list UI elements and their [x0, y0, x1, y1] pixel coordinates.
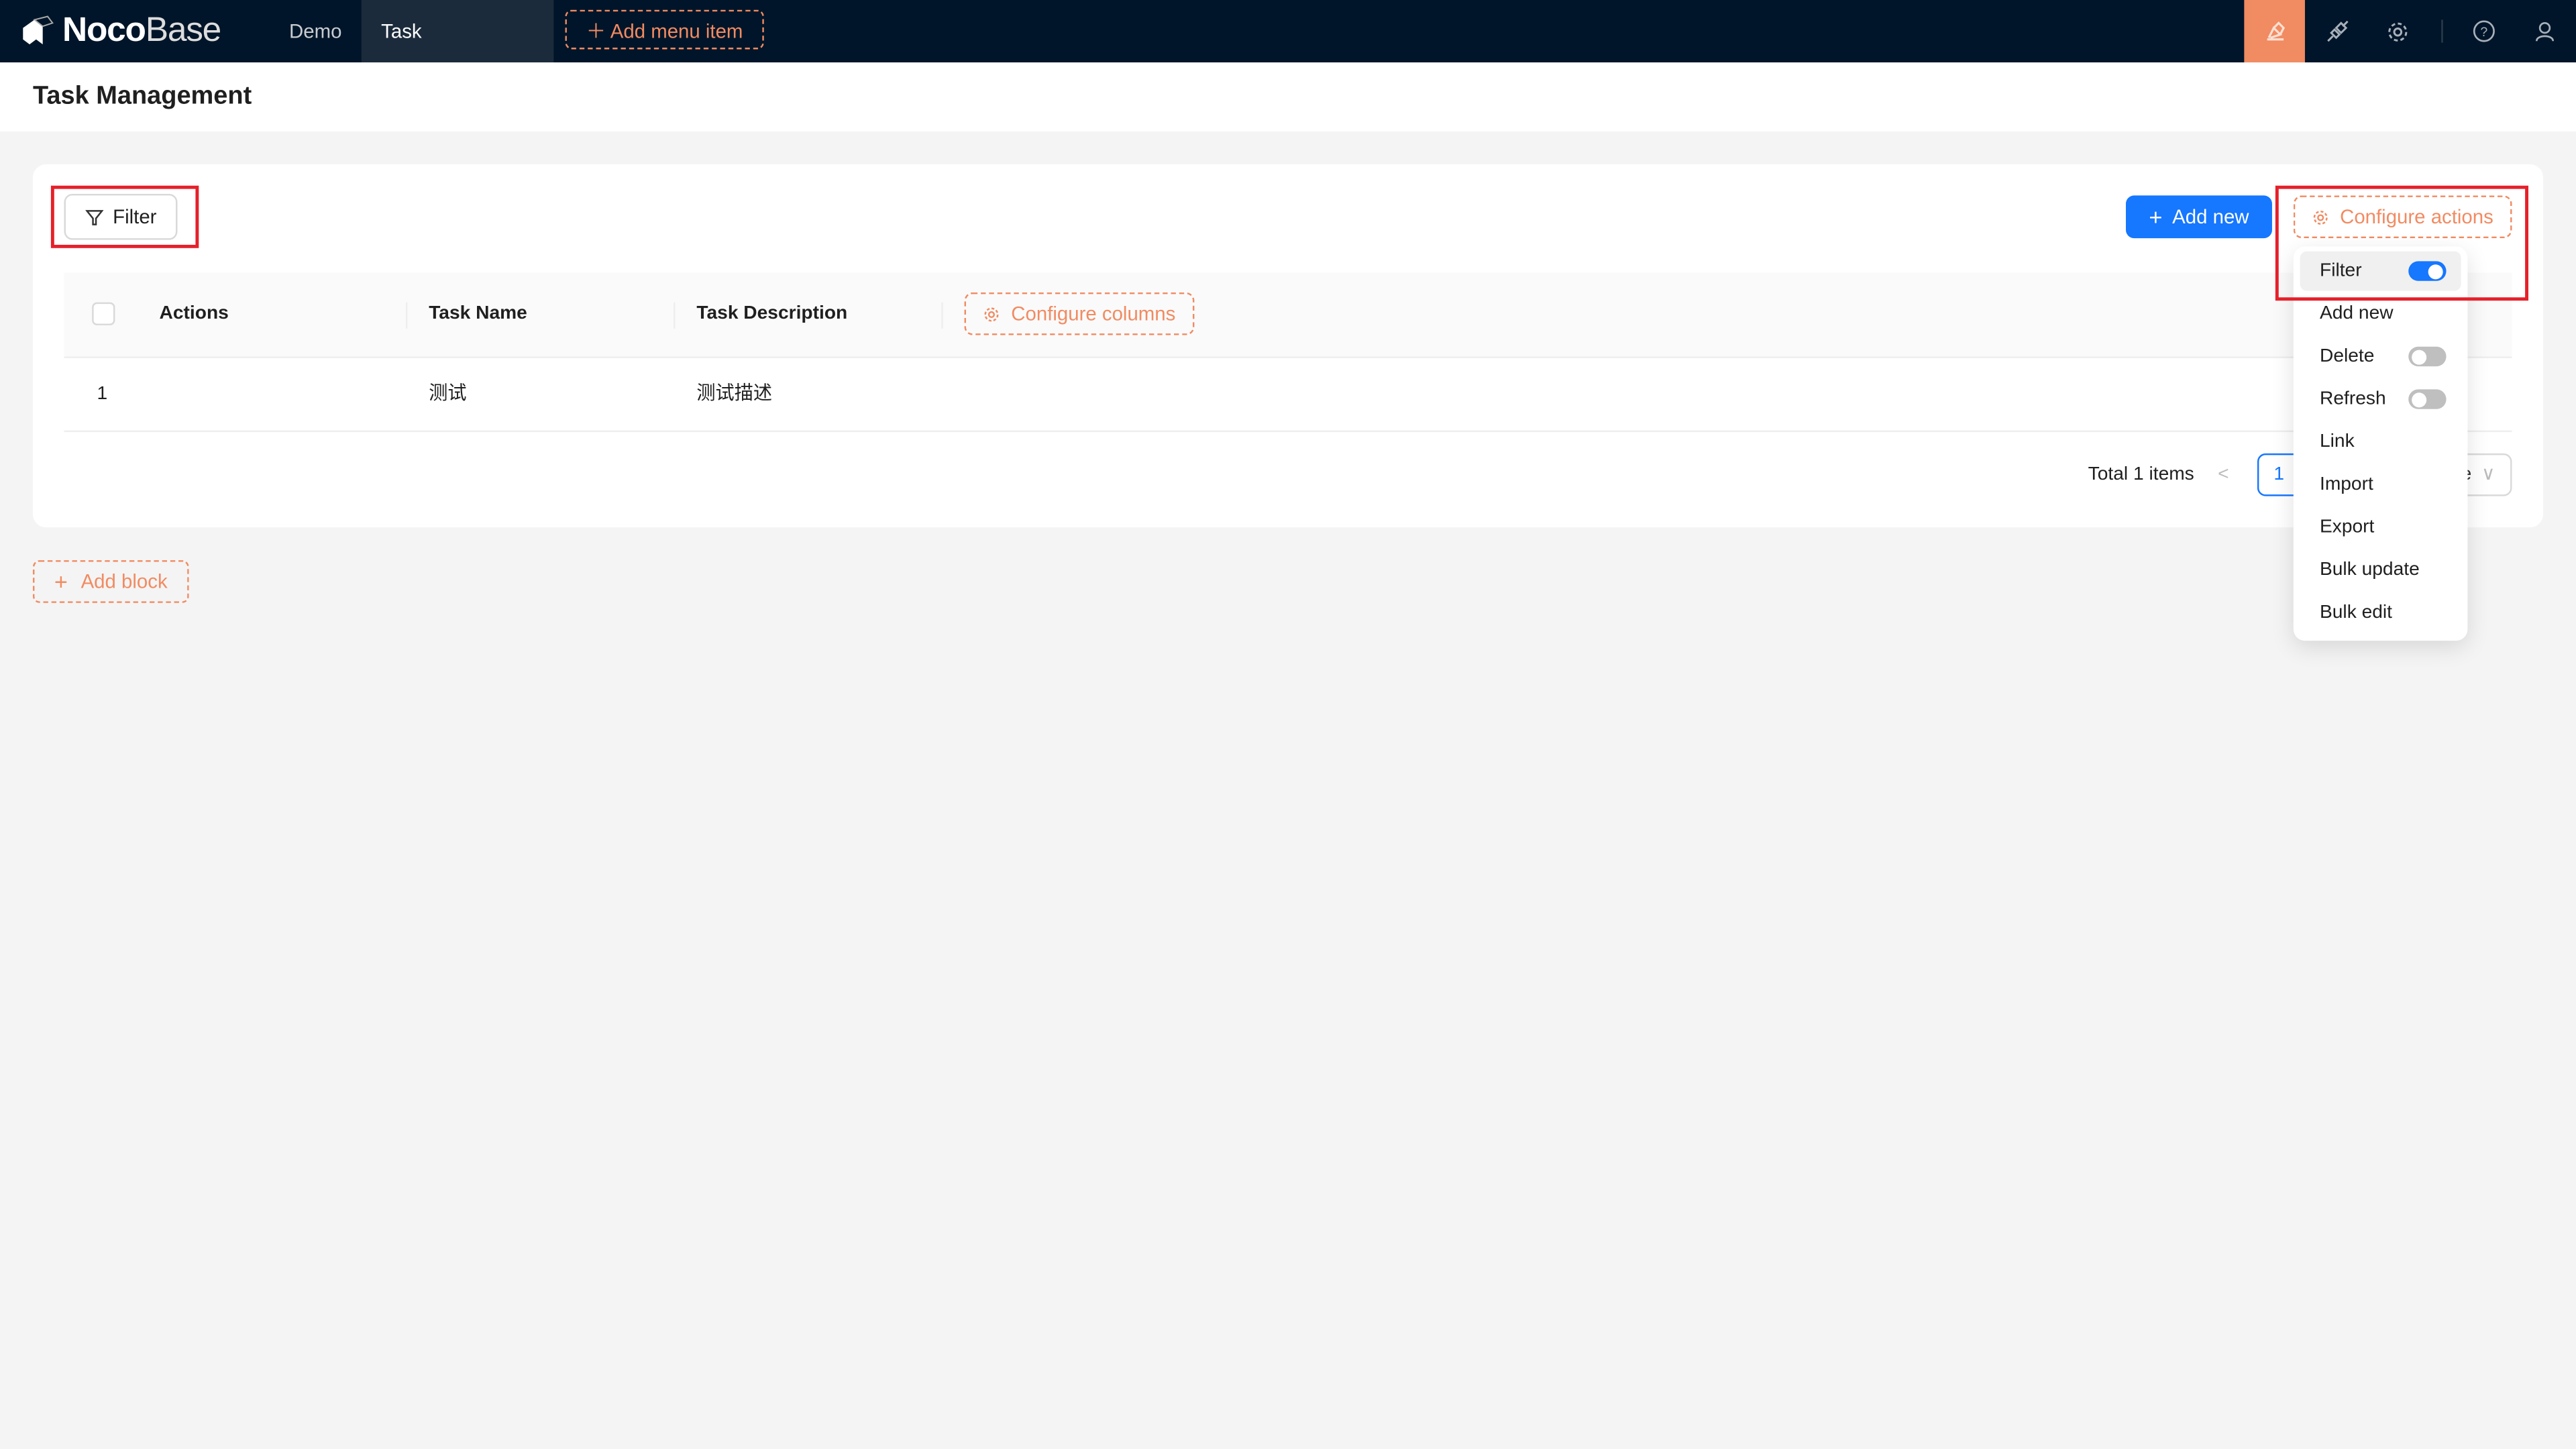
chevron-down-icon: ∨: [2481, 465, 2496, 485]
add-menu-item-button[interactable]: ＋ Add menu item: [565, 9, 764, 50]
column-divider: [405, 302, 408, 329]
help-icon: ?: [2472, 20, 2494, 42]
menu-item-demo[interactable]: Demo: [270, 0, 362, 62]
ui-editor-icon: [2266, 21, 2284, 41]
row-index: 1: [97, 384, 108, 405]
menu-item-link[interactable]: Link: [2300, 422, 2461, 462]
menu-item-label: Refresh: [2319, 389, 2386, 409]
user-icon: [2534, 21, 2553, 42]
menu-item-label: Export: [2319, 517, 2375, 537]
highlight-box-filter: [50, 185, 199, 248]
svg-text:?: ?: [2479, 25, 2487, 40]
plugin-manager-button[interactable]: [2306, 0, 2367, 62]
menu-item-import[interactable]: Import: [2300, 465, 2461, 504]
menu-item-bulk-edit[interactable]: Bulk edit: [2300, 593, 2461, 633]
highlight-box-configure-actions: [2275, 185, 2529, 301]
settings-button[interactable]: [2367, 0, 2428, 62]
plus-icon: +: [54, 568, 68, 595]
select-all-checkbox[interactable]: [92, 302, 115, 325]
configure-columns-label: Configure columns: [1011, 302, 1176, 325]
add-block-button[interactable]: + Add block: [32, 560, 189, 603]
prev-page-icon[interactable]: <: [2218, 453, 2229, 496]
table-header: Actions Task Name Task Description: [64, 272, 2512, 358]
column-divider: [674, 302, 676, 329]
add-new-button-label: Add new: [2172, 205, 2249, 229]
plus-icon: ＋: [586, 19, 610, 43]
cell-task-description: 测试描述: [696, 384, 773, 405]
cell-task-name: 测试: [429, 384, 467, 405]
gear-icon: [985, 307, 1000, 321]
menu-item-export[interactable]: Export: [2300, 508, 2461, 547]
refresh-toggle[interactable]: [2408, 389, 2447, 409]
top-navbar: NocoBase Demo Task Management ＋ Add menu…: [0, 0, 2576, 105]
delete-toggle[interactable]: [2408, 346, 2447, 367]
menu-item-delete[interactable]: Delete: [2300, 337, 2461, 376]
settings-icon: [2388, 21, 2408, 41]
menu-item-task-management[interactable]: Task Management: [361, 0, 554, 105]
plugin-icon: [2326, 20, 2348, 42]
help-button[interactable]: ?: [2453, 0, 2514, 62]
nocobase-logo[interactable]: Noco Base: [19, 11, 221, 51]
menu-item-label: Import: [2319, 474, 2373, 495]
menu-item-label: Link: [2319, 432, 2355, 452]
configure-actions-dropdown: Filter Add new Delete Refresh Link Impor…: [2293, 246, 2468, 641]
page-title: Task Management: [32, 82, 252, 111]
user-menu-button[interactable]: [2514, 0, 2575, 62]
menu-item-bulk-update[interactable]: Bulk update: [2300, 550, 2461, 590]
column-header-actions: Actions: [159, 304, 229, 324]
logo-text-bold: Noco: [62, 11, 146, 50]
pagination-total: Total 1 items: [2088, 465, 2194, 485]
add-menu-item-label: Add menu item: [610, 19, 743, 43]
add-block-label: Add block: [80, 570, 168, 594]
menu-item-label: Delete: [2319, 346, 2375, 367]
logo-text-thin: Base: [145, 11, 222, 50]
menu-item-label: Bulk edit: [2319, 602, 2393, 623]
menu-item-label: Add new: [2319, 304, 2394, 324]
column-header-task-name[interactable]: Task Name: [429, 273, 527, 357]
menu-item-label: Bulk update: [2319, 560, 2420, 580]
menu-item-refresh[interactable]: Refresh: [2300, 380, 2461, 419]
page-header: Task Management: [0, 62, 2576, 131]
logo-icon: [23, 15, 54, 45]
add-new-button[interactable]: + Add new: [2126, 195, 2272, 239]
app-root: NocoBase Demo Task Management ＋ Add menu…: [0, 0, 2576, 1449]
column-header-task-description[interactable]: Task Description: [696, 273, 847, 357]
divider: [2441, 19, 2443, 43]
ui-editor-button[interactable]: [2244, 0, 2305, 63]
plus-icon: +: [2149, 203, 2163, 230]
column-divider: [941, 302, 943, 329]
configure-columns-button[interactable]: Configure columns: [964, 292, 1195, 335]
table-row[interactable]: 1 测试 测试描述: [64, 358, 2512, 433]
